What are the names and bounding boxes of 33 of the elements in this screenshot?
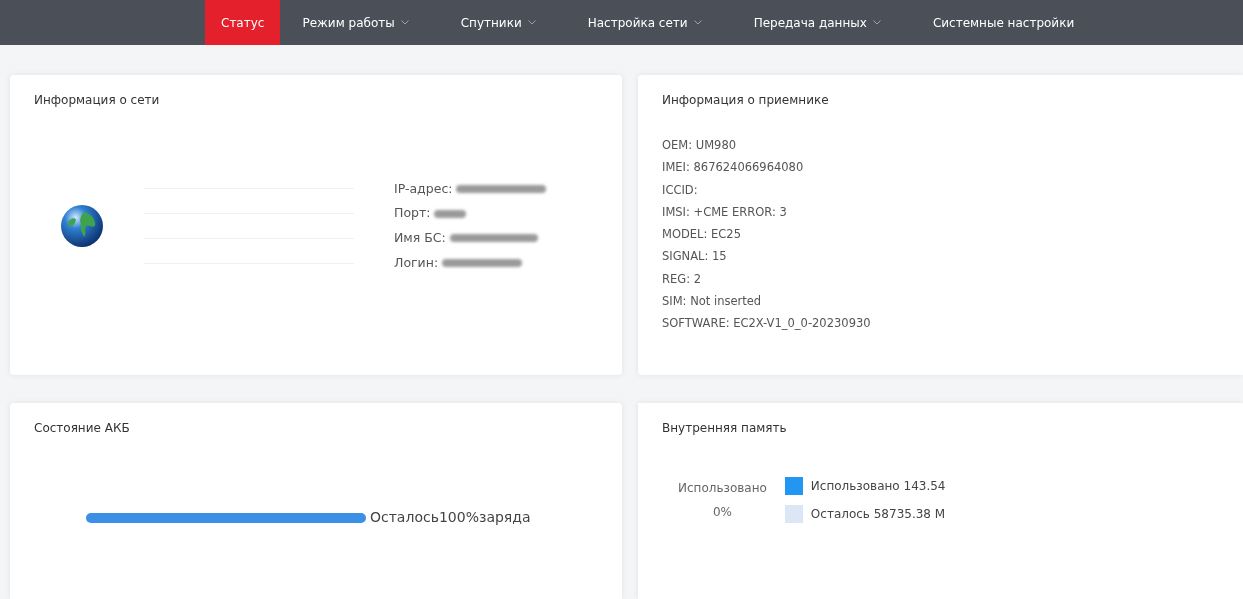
nav-tab[interactable]: Передача данных [737, 0, 897, 45]
info-line: ICCID: [662, 181, 699, 199]
info-line: IMSI: +CME ERROR: 3 [662, 203, 788, 221]
info-line: SIGNAL: 15 [662, 248, 728, 266]
caret-icon [693, 20, 702, 25]
nav-tab[interactable]: Статус [205, 0, 281, 45]
card-title: Информация о сети [33, 92, 161, 109]
info-line: MODEL: EC25 [662, 226, 742, 243]
field-label: Порт: [394, 204, 431, 223]
info-line: OEM: UM980 [662, 137, 738, 154]
caret-icon [400, 20, 409, 25]
card-title: Информация о приемнике [661, 92, 830, 109]
chart-center-label: Использовано [678, 480, 767, 497]
card-title: Состояние АКБ [33, 420, 131, 437]
legend-label: Использовано 143.54 [810, 478, 946, 495]
field-label: IP-адрес: [394, 179, 453, 198]
legend-label: Осталось 58735.38 M [810, 506, 946, 523]
battery-reading: Осталось100%заряда [370, 508, 531, 527]
nav-tab[interactable]: Системные настройки [916, 0, 1091, 45]
info-line: SOFTWARE: EC2X-V1_0_0-20230930 [662, 315, 872, 332]
info-line: IMEI: 867624066964080 [662, 159, 805, 177]
caret-icon [872, 20, 881, 25]
nav-tab[interactable]: Настройка сети [571, 0, 718, 45]
chart-center-value: 0% [712, 504, 732, 521]
field-label: Логин: [394, 253, 439, 272]
globe-icon [60, 204, 104, 248]
card-title: Внутренняя память [661, 420, 788, 437]
info-line: REG: 2 [662, 270, 702, 288]
field-label: Имя БС: [394, 229, 446, 247]
info-line: SIM: Not inserted [662, 292, 763, 310]
nav-tab[interactable]: Режим работы [286, 0, 425, 45]
nav-tab[interactable]: Спутники [444, 0, 552, 45]
caret-icon [527, 20, 536, 25]
